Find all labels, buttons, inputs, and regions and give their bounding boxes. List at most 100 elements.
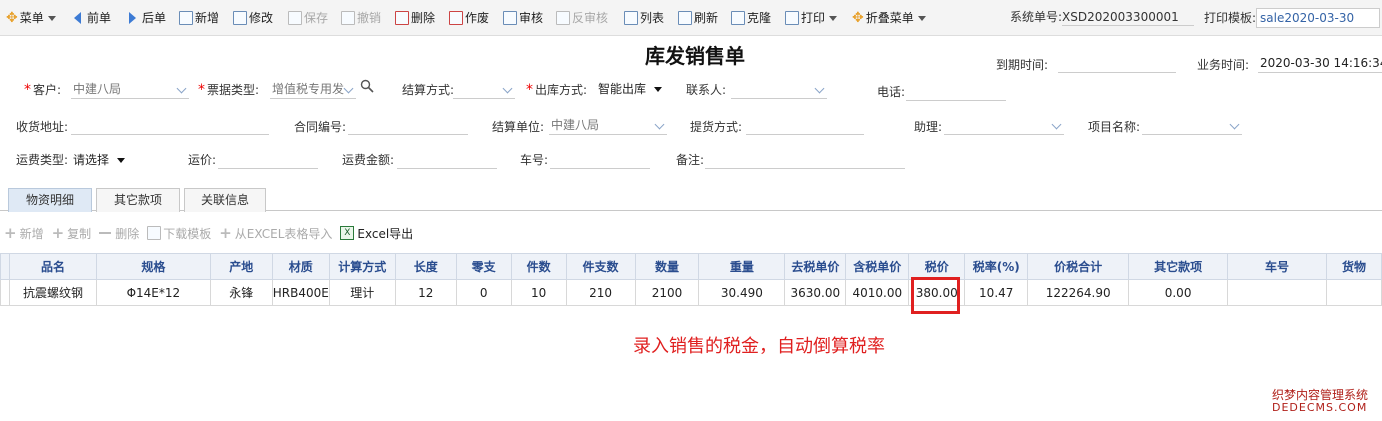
ticket-type-select[interactable]: 增值税专用发: [270, 79, 356, 99]
tax-cell-highlight: [911, 277, 960, 314]
cell-vehicle[interactable]: [1227, 279, 1327, 306]
clone-icon: [731, 11, 745, 25]
cell-price-ex-tax[interactable]: 3630.00: [784, 279, 847, 306]
settle-unit-select[interactable]: 中建八局: [549, 115, 667, 135]
customer-select[interactable]: 中建八局: [71, 79, 189, 99]
table-row[interactable]: 抗震螺纹钢 Φ14E*12 永锋 HRB400E 理计 12 0 10 210 …: [0, 279, 1382, 306]
column-header[interactable]: 数量: [634, 253, 700, 280]
edit-button[interactable]: 修改: [233, 9, 273, 27]
column-header[interactable]: 含税单价: [845, 253, 910, 280]
approve-button[interactable]: 审核: [503, 9, 543, 27]
cell-total[interactable]: 122264.90: [1027, 279, 1130, 306]
column-header[interactable]: 品名: [8, 253, 97, 280]
column-header[interactable]: 去税单价: [784, 253, 847, 280]
contact-label: 联系人:: [686, 83, 727, 97]
collapse-menu-button[interactable]: ✥ 折叠菜单: [852, 9, 926, 27]
chevron-down-icon: [176, 83, 187, 94]
column-header[interactable]: 价税合计: [1027, 253, 1130, 280]
column-header[interactable]: 税率(%): [964, 253, 1029, 280]
tab-other-charges[interactable]: 其它款项: [96, 188, 180, 212]
system-no-value: XSD202003300001: [1062, 8, 1195, 26]
column-header[interactable]: 零支: [455, 253, 512, 280]
cell-price-inc-tax[interactable]: 4010.00: [845, 279, 910, 306]
refresh-button[interactable]: 刷新: [678, 9, 718, 27]
column-header[interactable]: 货物: [1325, 253, 1382, 280]
biz-time-input[interactable]: 2020-03-30 14:16:34: [1258, 53, 1382, 73]
column-header[interactable]: 长度: [394, 253, 457, 280]
menu-button[interactable]: ✥ 菜单: [6, 9, 56, 27]
clone-button[interactable]: 克隆: [731, 9, 771, 27]
freight-type-select[interactable]: 请选择: [73, 150, 126, 170]
tab-related-info[interactable]: 关联信息: [184, 188, 266, 212]
required-icon: *: [198, 82, 205, 98]
grid-delete-button[interactable]: 删除: [99, 225, 139, 242]
column-header[interactable]: 件支数: [565, 253, 636, 280]
cell-length[interactable]: 12: [394, 279, 457, 306]
cell-material[interactable]: HRB400E: [271, 279, 330, 306]
unapprove-button[interactable]: 反审核: [556, 9, 608, 27]
cell-pieces-per-bundle[interactable]: 210: [565, 279, 636, 306]
cell-bundles[interactable]: 10: [510, 279, 567, 306]
assistant-select[interactable]: [944, 115, 1064, 135]
delete-button[interactable]: 删除: [395, 9, 435, 27]
grid-add-button[interactable]: + 新增: [4, 224, 44, 242]
column-header[interactable]: 产地: [209, 253, 273, 280]
cell-tax-rate[interactable]: 10.47: [964, 279, 1029, 306]
column-header[interactable]: 材质: [271, 253, 330, 280]
cell-quantity[interactable]: 2100: [634, 279, 700, 306]
row-handle[interactable]: [0, 279, 10, 306]
cell-weight[interactable]: 30.490: [698, 279, 786, 306]
cell-origin[interactable]: 永锋: [209, 279, 273, 306]
assistant-label: 助理:: [914, 120, 943, 134]
import-excel-button[interactable]: + 从EXCEL表格导入: [219, 224, 332, 242]
column-header[interactable]: 规格: [95, 253, 211, 280]
chevron-down-icon: [654, 119, 665, 130]
excel-icon: X: [340, 226, 355, 240]
contact-select[interactable]: [731, 79, 827, 99]
ship-addr-input[interactable]: [71, 115, 269, 135]
cell-other-charges[interactable]: 0.00: [1128, 279, 1229, 306]
plus-icon: +: [219, 224, 232, 242]
outbound-method-select[interactable]: 智能出库: [598, 79, 663, 99]
save-icon: [288, 11, 302, 25]
print-template-select[interactable]: sale2020-03-30: [1256, 8, 1381, 28]
column-header[interactable]: 税价: [908, 253, 966, 280]
grid-toolbar: + 新增 + 复制 删除 下载模板 + 从EXCEL表格导入 X Excel导出: [0, 222, 421, 244]
save-button[interactable]: 保存: [288, 9, 328, 27]
remark-input[interactable]: [705, 149, 905, 169]
next-button[interactable]: 后单: [129, 9, 166, 27]
freight-amount-input[interactable]: [397, 149, 497, 169]
tab-material-detail[interactable]: 物资明细: [8, 188, 92, 212]
column-header[interactable]: 重量: [698, 253, 786, 280]
prev-button[interactable]: 前单: [74, 9, 111, 27]
download-template-button[interactable]: 下载模板: [147, 225, 211, 242]
phone-input[interactable]: [906, 81, 1006, 101]
vehicle-input[interactable]: [550, 149, 650, 169]
contract-no-input[interactable]: [348, 115, 468, 135]
export-excel-button[interactable]: X Excel导出: [340, 225, 413, 242]
due-time-input[interactable]: [1058, 53, 1176, 73]
column-header[interactable]: 件数: [510, 253, 567, 280]
grid-copy-button[interactable]: + 复制: [52, 224, 92, 242]
project-select[interactable]: [1142, 115, 1242, 135]
list-button[interactable]: 列表: [624, 9, 664, 27]
column-header[interactable]: 其它款项: [1128, 253, 1229, 280]
void-button[interactable]: 作废: [449, 9, 489, 27]
cell-loose-pieces[interactable]: 0: [455, 279, 512, 306]
cell-spec[interactable]: Φ14E*12: [95, 279, 211, 306]
print-button[interactable]: 打印: [785, 9, 838, 27]
freight-price-input[interactable]: [218, 149, 318, 169]
collapse-menu-icon: ✥: [852, 10, 864, 26]
undo-button[interactable]: 撤销: [341, 9, 381, 27]
column-header[interactable]: 车号: [1227, 253, 1327, 280]
document-icon: [147, 226, 162, 240]
new-button[interactable]: 新增: [179, 9, 219, 27]
cell-calc-method[interactable]: 理计: [328, 279, 396, 306]
column-header[interactable]: 计算方式: [328, 253, 396, 280]
cell-product-name[interactable]: 抗震螺纹钢: [8, 279, 97, 306]
settle-method-select[interactable]: [453, 79, 515, 99]
search-icon[interactable]: [360, 79, 374, 93]
dropdown-arrow-icon: [117, 158, 126, 163]
pickup-method-input[interactable]: [746, 115, 864, 135]
cell-goods[interactable]: [1325, 279, 1382, 306]
